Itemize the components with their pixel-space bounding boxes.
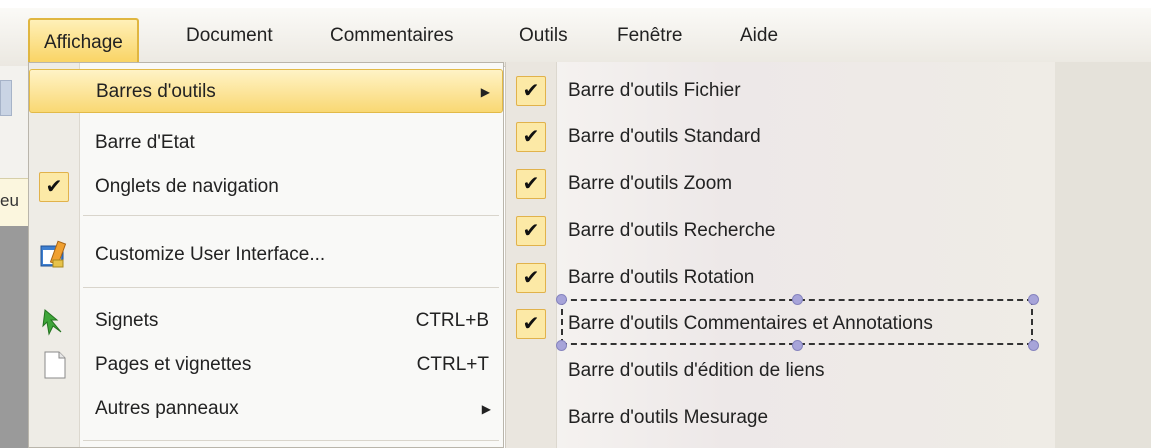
checkmark-icon: ✔ [516,263,546,293]
submenu-item-edition-liens[interactable]: Barre d'outils d'édition de liens [506,348,1055,394]
submenu-arrow-icon: ▶ [480,85,490,99]
menu-item-customize-ui[interactable]: Customize User Interface... [29,233,503,277]
submenu-item-fichier[interactable]: ✔ Barre d'outils Fichier [506,68,1055,114]
customize-ui-icon [39,240,69,270]
menu-fenetre[interactable]: Fenêtre [603,16,696,56]
background-tab: eu [0,178,28,228]
shortcut-text: CTRL+T [416,354,489,375]
menu-item-label: Barres d'outils [96,81,216,102]
resize-handle[interactable] [1028,340,1039,351]
background-tab-label: eu [0,191,19,210]
menu-bar: Affichage Document Commentaires Outils F… [0,8,1151,70]
menu-aide[interactable]: Aide [726,16,792,56]
resize-handle[interactable] [792,294,803,305]
checkmark-icon: ✔ [516,309,546,339]
background-window-edge: eu [0,66,28,448]
submenu-item-recherche[interactable]: ✔ Barre d'outils Recherche [506,208,1055,254]
submenu-item-mesurage[interactable]: Barre d'outils Mesurage [506,395,1055,441]
resize-handle[interactable] [556,294,567,305]
menu-outils[interactable]: Outils [505,16,582,56]
background-toolbar-button [0,80,12,116]
resize-handle[interactable] [792,340,803,351]
resize-handle[interactable] [556,340,567,351]
bookmark-icon [39,306,69,336]
resize-handle[interactable] [1028,294,1039,305]
submenu-item-label: Barre d'outils d'édition de liens [568,360,825,381]
menu-item-label: Signets [95,310,159,331]
submenu-item-label: Barre d'outils Recherche [568,220,776,241]
submenu-item-rotation[interactable]: ✔ Barre d'outils Rotation [506,255,1055,301]
menu-item-signets[interactable]: Signets CTRL+B [29,299,503,343]
checkmark-icon: ✔ [516,122,546,152]
submenu-arrow-icon: ▶ [481,402,491,416]
checkmark-icon: ✔ [516,216,546,246]
background-document-area [1055,62,1151,448]
submenu-item-zoom[interactable]: ✔ Barre d'outils Zoom [506,161,1055,207]
submenu-item-label: Barre d'outils Mesurage [568,407,769,428]
submenu-item-label: Barre d'outils Zoom [568,173,733,194]
background-panel [0,226,28,448]
submenu-item-label: Barre d'outils Standard [568,126,761,147]
shortcut-text: CTRL+B [415,310,489,331]
menu-commentaires[interactable]: Commentaires [316,16,468,56]
menu-document[interactable]: Document [172,16,287,56]
menu-item-label: Autres panneaux [95,398,239,419]
checkmark-icon: ✔ [39,172,69,202]
selection-outline [561,299,1033,345]
menu-item-onglets-navigation[interactable]: ✔ Onglets de navigation [29,165,503,209]
view-menu-dropdown: Barres d'outils ▶ Barre d'Etat ✔ Onglets… [28,62,504,448]
menu-separator [83,287,499,288]
menu-item-barres-outils[interactable]: Barres d'outils ▶ [29,69,503,113]
menu-item-autres-panneaux[interactable]: Autres panneaux ▶ [29,387,503,431]
submenu-item-label: Barre d'outils Rotation [568,267,755,288]
page-icon [39,350,69,380]
menu-item-label: Pages et vignettes [95,354,252,375]
submenu-item-label: Barre d'outils Fichier [568,80,741,101]
submenu-item-standard[interactable]: ✔ Barre d'outils Standard [506,114,1055,160]
menu-item-barre-etat[interactable]: Barre d'Etat [29,121,503,165]
menu-separator [83,440,499,441]
toolbars-submenu: ✔ Barre d'outils Fichier ✔ Barre d'outil… [505,62,1055,448]
checkmark-icon: ✔ [516,169,546,199]
menu-separator [83,215,499,216]
menu-item-label: Barre d'Etat [95,132,195,153]
menu-item-pages-vignettes[interactable]: Pages et vignettes CTRL+T [29,343,503,387]
menu-item-label: Customize User Interface... [95,244,326,265]
checkmark-icon: ✔ [516,76,546,106]
menu-item-label: Onglets de navigation [95,176,279,197]
